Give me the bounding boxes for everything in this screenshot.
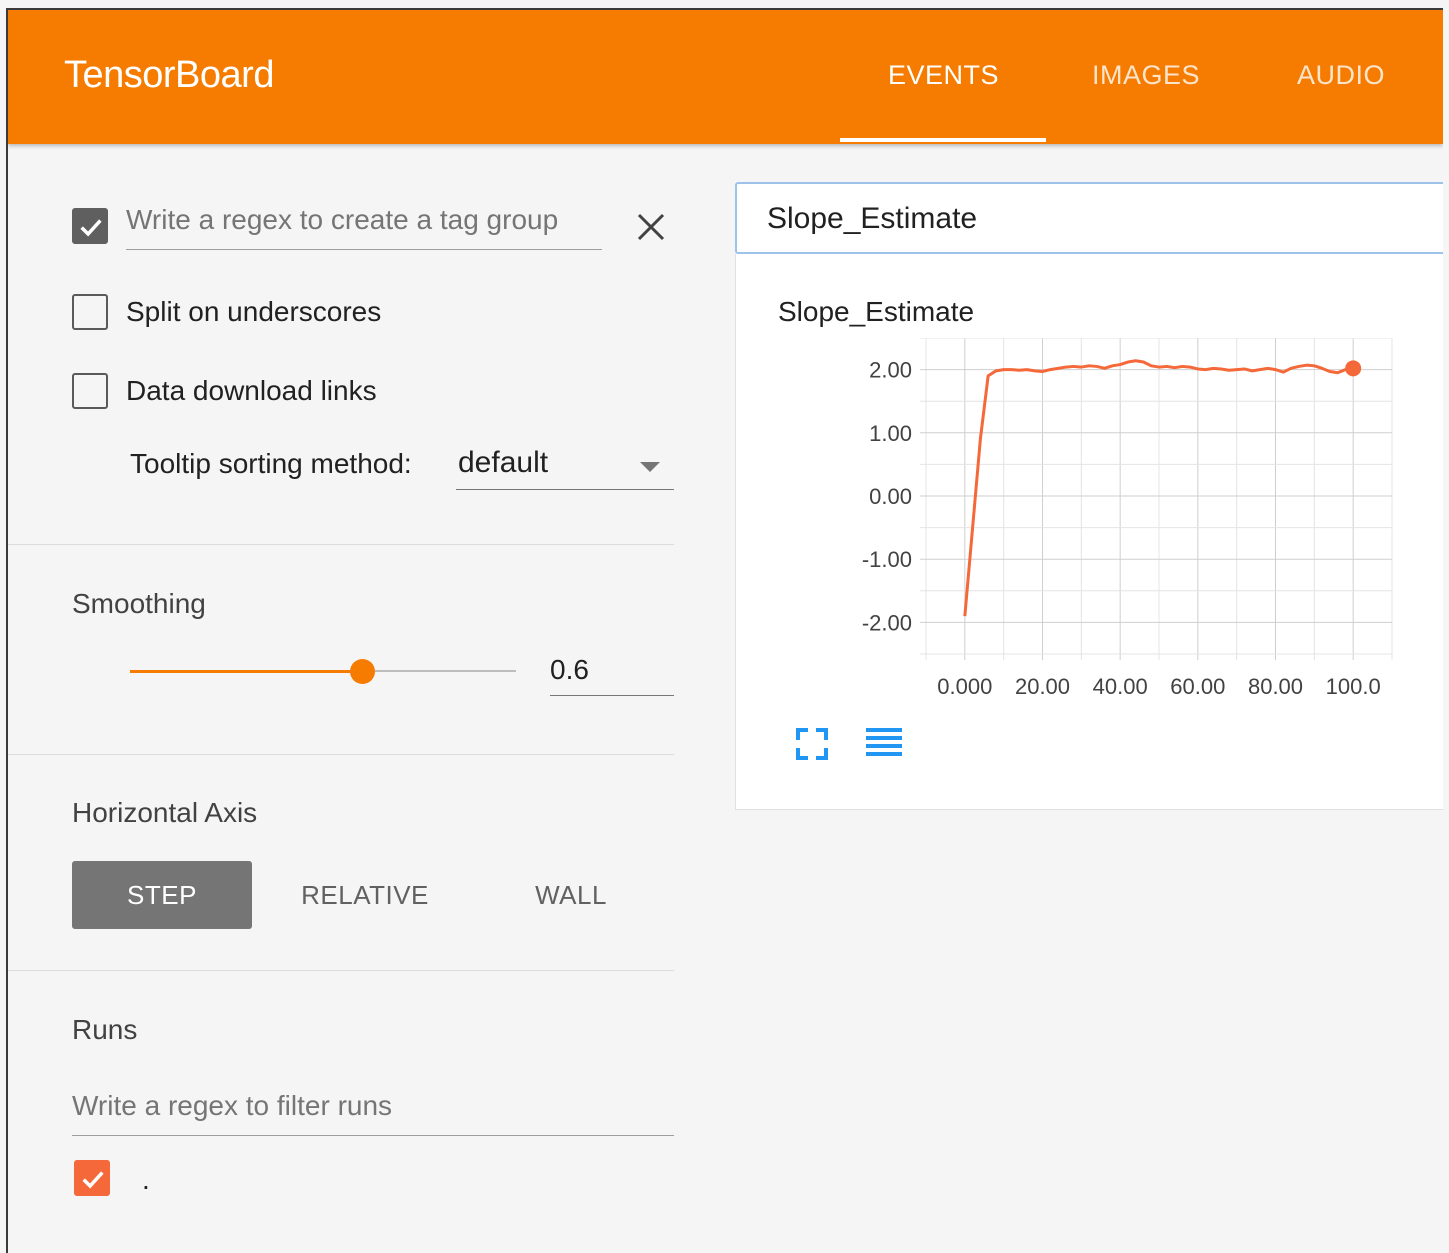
chart-grid bbox=[920, 338, 1393, 660]
run-label: . bbox=[142, 1164, 150, 1195]
scalar-chart-card: Slope_Estimate 2.00 1.00 0.00 -1.00 -2.00 0.… bbox=[735, 254, 1443, 810]
y-tick-label: -2.00 bbox=[862, 610, 912, 635]
data-download-label: Data download links bbox=[126, 375, 377, 406]
dropdown-arrow-icon bbox=[640, 462, 660, 472]
x-tick-label: 40.00 bbox=[1093, 674, 1148, 699]
y-tick-label: 2.00 bbox=[869, 358, 912, 383]
smoothing-value-input[interactable]: 0.6 bbox=[550, 650, 674, 696]
app-header: TensorBoard EVENTS IMAGES AUDIO bbox=[8, 10, 1443, 144]
slider-thumb[interactable] bbox=[350, 659, 375, 684]
slider-track-filled bbox=[130, 670, 364, 673]
x-tick-label: 60.00 bbox=[1170, 674, 1225, 699]
active-tab-indicator bbox=[840, 138, 1046, 142]
y-tick-label: 0.00 bbox=[869, 484, 912, 509]
app-title: TensorBoard bbox=[64, 54, 274, 96]
y-axis-ticks: 2.00 1.00 0.00 -1.00 -2.00 bbox=[862, 358, 912, 636]
tag-group-name: Slope_Estimate bbox=[767, 202, 978, 235]
run-checkbox[interactable] bbox=[74, 1160, 110, 1196]
tag-group-input[interactable]: Write a regex to create a tag group bbox=[126, 204, 602, 250]
smoothing-value: 0.6 bbox=[550, 654, 589, 685]
split-underscores-checkbox[interactable] bbox=[72, 294, 108, 330]
divider bbox=[8, 970, 674, 971]
chart-title: Slope_Estimate bbox=[778, 296, 975, 327]
x-tick-label: 80.00 bbox=[1248, 674, 1303, 699]
divider bbox=[8, 754, 674, 755]
smoothing-slider[interactable] bbox=[128, 654, 520, 688]
tooltip-sort-dropdown[interactable]: default bbox=[456, 440, 674, 490]
runs-filter-placeholder: Write a regex to filter runs bbox=[72, 1090, 393, 1121]
x-tick-label: 20.00 bbox=[1015, 674, 1070, 699]
y-tick-label: 1.00 bbox=[869, 421, 912, 446]
slider-track bbox=[364, 670, 516, 672]
tag-group-placeholder: Write a regex to create a tag group bbox=[126, 204, 559, 235]
checkmark-icon bbox=[80, 219, 102, 237]
checkmark-icon bbox=[82, 1171, 104, 1189]
axis-relative-button[interactable]: RELATIVE bbox=[280, 861, 450, 929]
tooltip-sort-label: Tooltip sorting method: bbox=[130, 448, 412, 479]
tag-group-header[interactable]: Slope_Estimate bbox=[735, 182, 1443, 254]
tab-images[interactable]: IMAGES bbox=[1092, 60, 1200, 91]
tab-events[interactable]: EVENTS bbox=[888, 60, 999, 91]
chart-series bbox=[963, 359, 1362, 617]
y-tick-label: -1.00 bbox=[862, 547, 912, 572]
close-icon[interactable] bbox=[634, 210, 668, 244]
tag-group-checkbox[interactable] bbox=[72, 208, 108, 244]
split-underscores-label: Split on underscores bbox=[126, 296, 382, 327]
smoothing-title: Smoothing bbox=[72, 588, 206, 619]
last-point-marker bbox=[1345, 360, 1362, 377]
tensorboard-window: TensorBoard EVENTS IMAGES AUDIO Write a … bbox=[6, 8, 1443, 1253]
fit-domain-icon[interactable] bbox=[796, 728, 828, 760]
axis-wall-button[interactable]: WALL bbox=[506, 861, 636, 929]
toggle-log-scale-icon[interactable] bbox=[864, 726, 904, 762]
x-tick-label: 100.0 bbox=[1326, 674, 1381, 699]
runs-filter-input[interactable]: Write a regex to filter runs bbox=[72, 1090, 674, 1136]
axis-step-button[interactable]: STEP bbox=[72, 861, 252, 929]
sidebar: Write a regex to create a tag group Spli… bbox=[8, 144, 678, 1253]
line-chart[interactable]: 2.00 1.00 0.00 -1.00 -2.00 0.000 20.00 40.00 60… bbox=[736, 338, 1416, 718]
data-download-checkbox[interactable] bbox=[72, 373, 108, 409]
tooltip-sort-value: default bbox=[458, 446, 549, 479]
x-tick-label: 0.000 bbox=[937, 674, 992, 699]
tab-audio[interactable]: AUDIO bbox=[1297, 60, 1385, 91]
x-axis-ticks: 0.000 20.00 40.00 60.00 80.00 100.0 bbox=[937, 674, 1380, 699]
divider bbox=[8, 544, 674, 545]
horizontal-axis-title: Horizontal Axis bbox=[72, 797, 258, 828]
runs-title: Runs bbox=[72, 1014, 138, 1045]
